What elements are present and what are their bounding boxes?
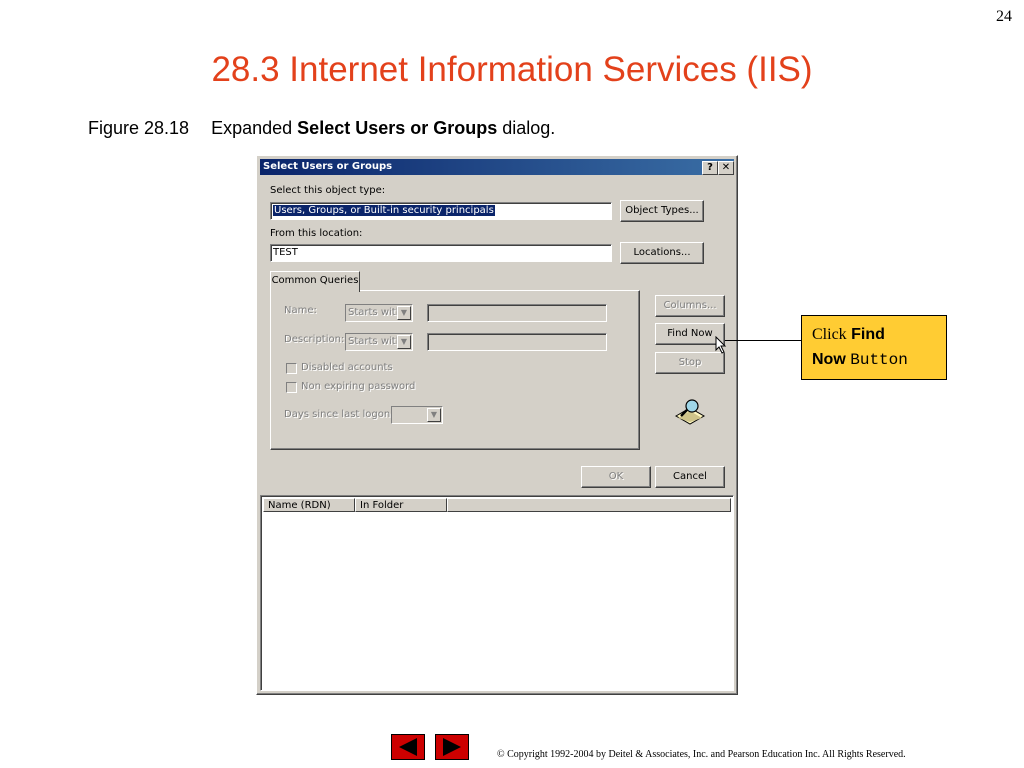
cancel-button[interactable]: Cancel <box>655 466 725 488</box>
figure-caption: Figure 28.18 Expanded Select Users or Gro… <box>88 118 555 139</box>
non-expiring-label: Non expiring password <box>301 381 416 392</box>
chevron-down-icon[interactable]: ▼ <box>397 306 411 320</box>
name-combo[interactable]: Starts with ▼ <box>345 304 413 322</box>
tab-common-queries[interactable]: Common Queries <box>270 271 360 292</box>
non-expiring-checkbox[interactable] <box>286 382 297 393</box>
callout-now: Now <box>812 351 846 368</box>
days-combo[interactable]: ▼ <box>391 406 443 424</box>
figure-number: Figure 28.18 <box>88 118 190 138</box>
stop-button[interactable]: Stop <box>655 352 725 374</box>
callout-pointer-line <box>725 340 803 341</box>
search-icon <box>674 399 706 425</box>
select-users-dialog: Select Users or Groups ? ✕ Select this o… <box>256 155 738 695</box>
ok-button[interactable]: OK <box>581 466 651 488</box>
description-label: Description: <box>284 334 345 345</box>
callout-box: Click Find Now Button <box>801 315 947 380</box>
callout-click: Click <box>812 326 847 343</box>
dialog-title: Select Users or Groups <box>263 161 393 172</box>
mouse-pointer-icon <box>715 336 727 354</box>
days-label: Days since last logon: <box>284 409 394 420</box>
columns-button[interactable]: Columns... <box>655 295 725 317</box>
slide-title: 28.3 Internet Information Services (IIS) <box>211 50 813 89</box>
dialog-titlebar[interactable]: Select Users or Groups ? ✕ <box>260 159 734 175</box>
callout-button: Button <box>850 351 908 369</box>
object-types-button[interactable]: Object Types... <box>620 200 704 222</box>
copyright-notice: © Copyright 1992-2004 by Deitel & Associ… <box>497 749 906 760</box>
location-value: TEST <box>273 247 298 258</box>
column-header-empty <box>447 498 731 512</box>
search-results-list[interactable]: Name (RDN) In Folder <box>260 495 734 691</box>
name-label: Name: <box>284 305 317 316</box>
help-button[interactable]: ? <box>702 161 718 175</box>
name-input[interactable] <box>427 304 607 322</box>
close-button[interactable]: ✕ <box>718 161 734 175</box>
callout-find: Find <box>851 326 885 343</box>
disabled-accounts-checkbox[interactable] <box>286 363 297 374</box>
locations-button[interactable]: Locations... <box>620 242 704 264</box>
chevron-down-icon[interactable]: ▼ <box>397 335 411 349</box>
object-type-label: Select this object type: <box>270 185 386 196</box>
disabled-accounts-label: Disabled accounts <box>301 362 393 373</box>
caption-suffix: dialog. <box>502 118 556 138</box>
previous-slide-button[interactable] <box>391 734 425 760</box>
triangle-right-icon <box>443 738 461 756</box>
object-type-value: Users, Groups, or Built-in security prin… <box>273 205 495 216</box>
description-combo-value: Starts with <box>348 336 403 347</box>
description-input[interactable] <box>427 333 607 351</box>
page-number: 24 <box>996 8 1012 25</box>
location-field[interactable]: TEST <box>270 244 612 262</box>
description-combo[interactable]: Starts with ▼ <box>345 333 413 351</box>
caption-bold: Select Users or Groups <box>297 118 498 138</box>
column-header-folder[interactable]: In Folder <box>355 498 447 512</box>
chevron-down-icon[interactable]: ▼ <box>427 408 441 422</box>
caption-prefix: Expanded <box>211 118 293 138</box>
next-slide-button[interactable] <box>435 734 469 760</box>
triangle-left-icon <box>399 738 417 756</box>
object-type-field[interactable]: Users, Groups, or Built-in security prin… <box>270 202 612 220</box>
common-queries-panel: Name: Starts with ▼ Description: Starts … <box>270 290 640 450</box>
location-label: From this location: <box>270 228 363 239</box>
name-combo-value: Starts with <box>348 307 403 318</box>
column-header-name[interactable]: Name (RDN) <box>263 498 355 512</box>
